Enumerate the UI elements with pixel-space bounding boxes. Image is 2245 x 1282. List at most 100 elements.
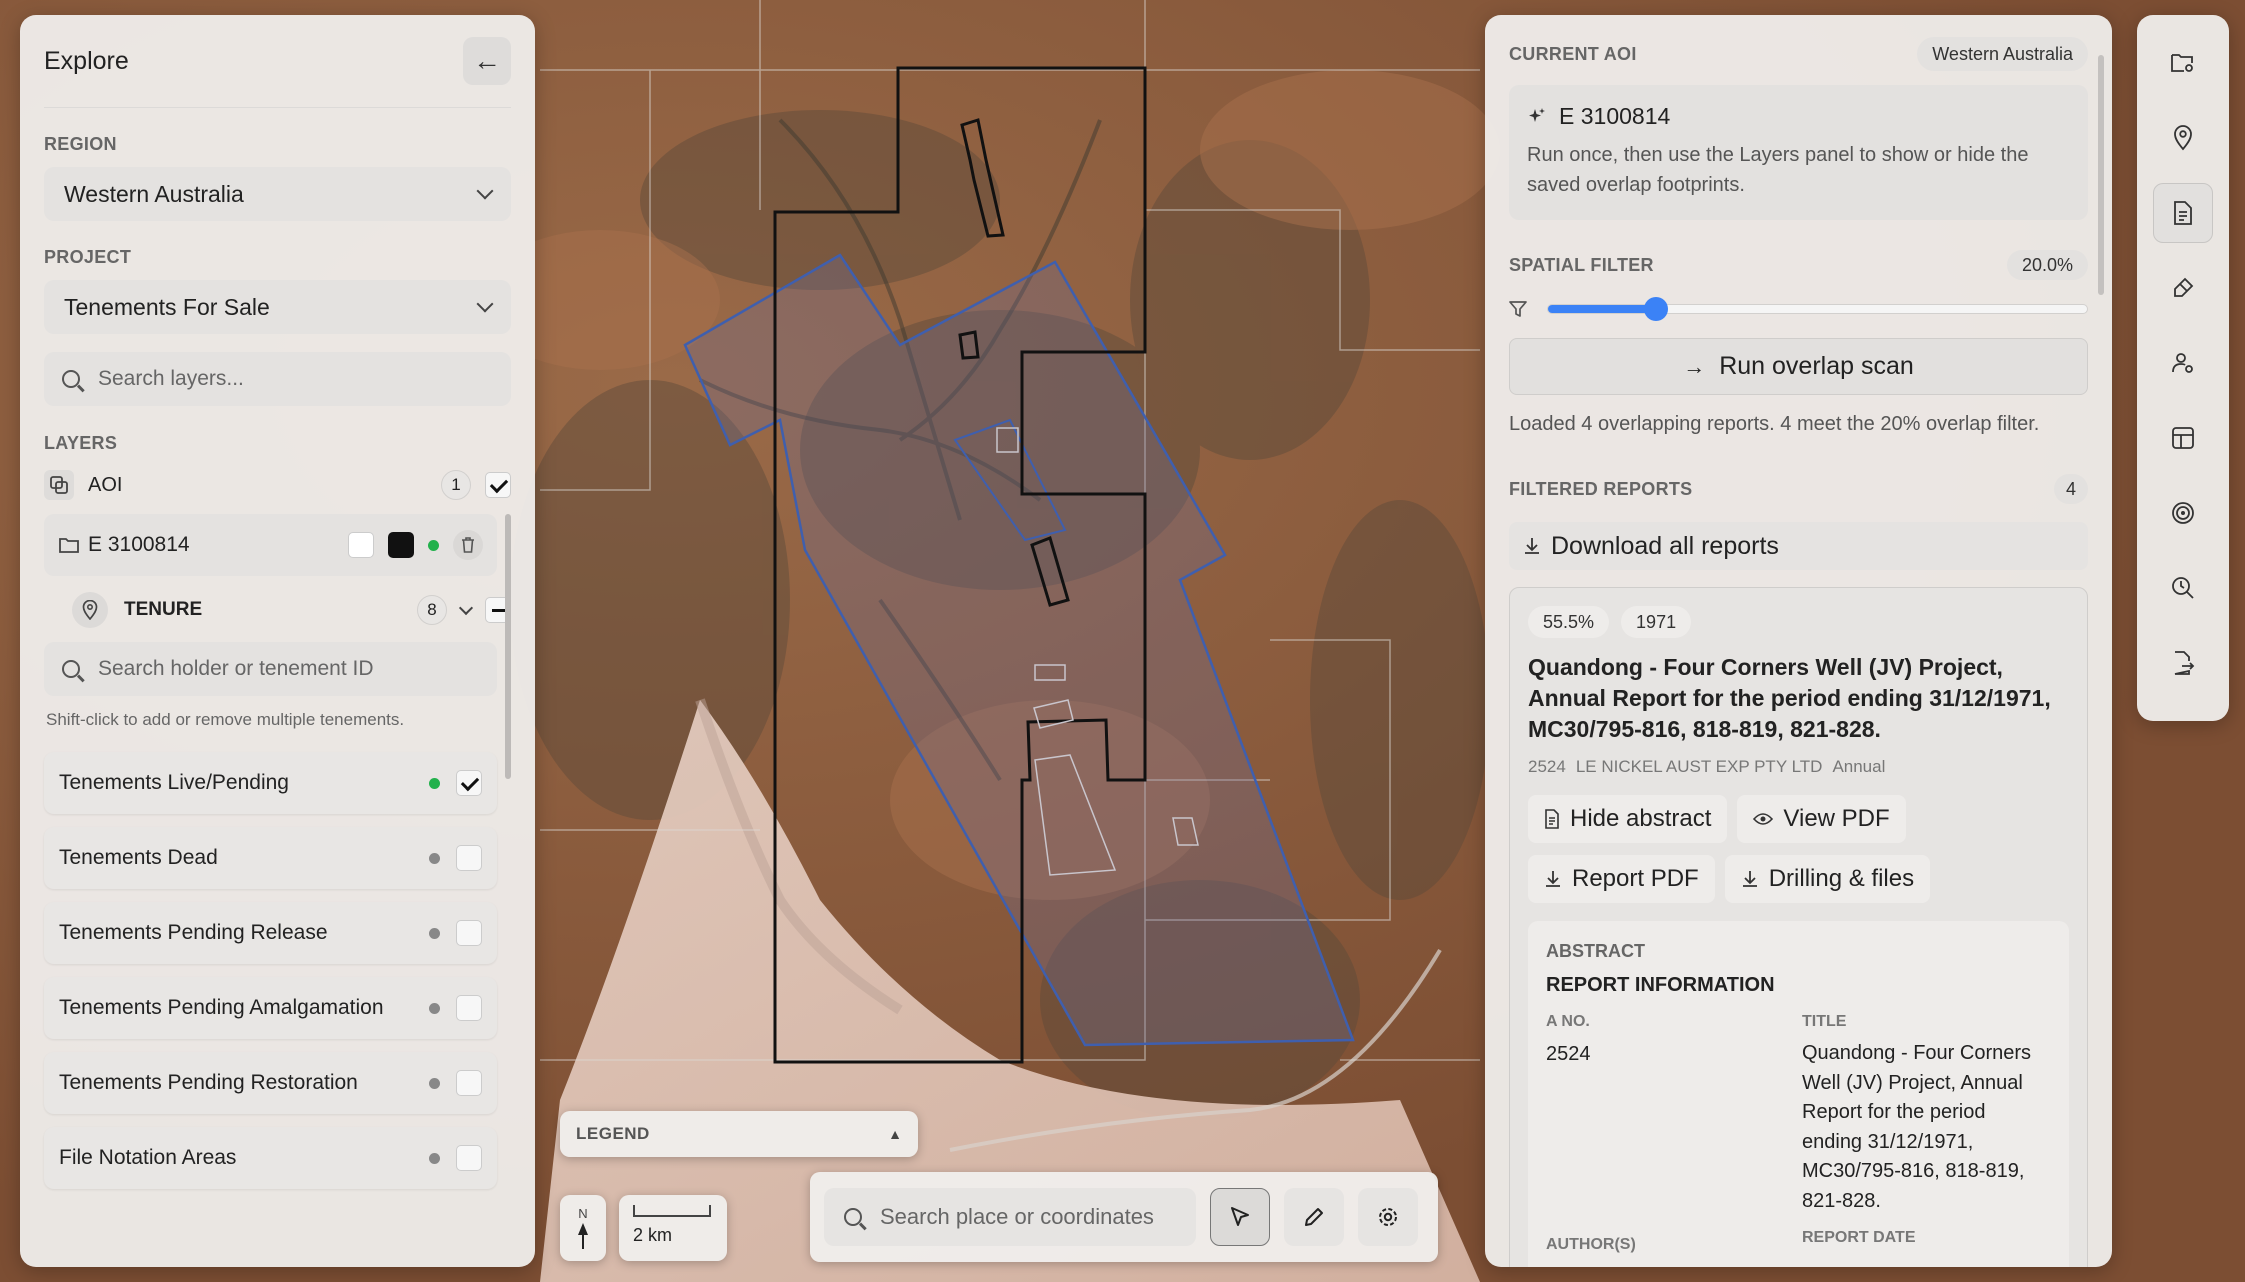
region-select[interactable]: Western Australia — [44, 167, 511, 221]
layer-checkbox[interactable] — [456, 920, 482, 946]
abstract-label: ABSTRACT — [1546, 941, 1645, 961]
style-button[interactable] — [2153, 258, 2213, 318]
tenure-count-badge: 8 — [417, 595, 447, 625]
table-button[interactable] — [2153, 408, 2213, 468]
report-year-badge: 1971 — [1621, 606, 1692, 638]
layer-row[interactable]: Tenements Live/Pending — [44, 752, 497, 814]
download-icon — [1546, 871, 1560, 887]
layer-checkbox[interactable] — [456, 995, 482, 1021]
drilling-files-button[interactable]: Drilling & files — [1724, 855, 1931, 903]
layer-label: File Notation Areas — [59, 1146, 237, 1169]
report-pdf-button[interactable]: Report PDF — [1528, 855, 1715, 903]
view-pdf-button[interactable]: View PDF — [1737, 795, 1906, 843]
user-gear-icon — [2172, 353, 2193, 373]
layer-row[interactable]: File Notation Areas — [44, 1127, 497, 1189]
folder-gear-icon — [2171, 54, 2193, 72]
map-settings-button[interactable] — [1358, 1188, 1418, 1246]
project-value: Tenements For Sale — [64, 293, 270, 320]
draw-tool-button[interactable] — [1284, 1188, 1344, 1246]
place-search-placeholder: Search place or coordinates — [880, 1204, 1154, 1229]
document-icon — [2174, 201, 2192, 225]
report-info-grid: A NO. 2524 AUTHOR(S) TITLE Quandong - Fo… — [1546, 1013, 2051, 1254]
stroke-color-swatch[interactable] — [388, 532, 414, 558]
layers-label: LAYERS — [44, 433, 118, 453]
select-tool-button[interactable] — [1210, 1188, 1270, 1246]
authors-label: AUTHOR(S) — [1546, 1236, 1636, 1253]
layer-row[interactable]: Tenements Pending Amalgamation — [44, 977, 497, 1039]
layer-label: Tenements Pending Restoration — [59, 1071, 358, 1094]
layer-row[interactable]: Tenements Pending Release — [44, 902, 497, 964]
right-panel-scrollbar[interactable] — [2098, 55, 2104, 295]
overlap-panel: CURRENT AOI Western Australia E 3100814 … — [1485, 15, 2112, 1267]
layer-row[interactable]: Tenements Dead — [44, 827, 497, 889]
layers-scrollbar[interactable] — [505, 514, 511, 779]
legend-label: LEGEND — [576, 1124, 650, 1143]
aoi-card: E 3100814 Run once, then use the Layers … — [1509, 85, 2088, 220]
search-icon — [62, 370, 80, 388]
download-icon — [1525, 538, 1539, 554]
a-no-value: 2524 — [1546, 1043, 1591, 1065]
filtered-count-badge: 4 — [2053, 474, 2088, 504]
project-select[interactable]: Tenements For Sale — [44, 280, 511, 334]
search-layers-placeholder: Search layers... — [98, 367, 244, 390]
chevron-down-icon — [476, 295, 494, 313]
spatial-filter-slider[interactable] — [1547, 297, 2088, 321]
spatial-filter-label: SPATIAL FILTER — [1509, 254, 1654, 275]
layer-checkbox[interactable] — [456, 1070, 482, 1096]
user-settings-button[interactable] — [2153, 333, 2213, 393]
report-title: Quandong - Four Corners Well (JV) Projec… — [1528, 654, 2051, 742]
reports-button[interactable] — [2153, 183, 2213, 243]
layer-status-dot — [429, 1077, 440, 1089]
legend-toggle[interactable]: LEGEND ▲ — [560, 1111, 918, 1157]
slider-fill — [1548, 305, 1656, 313]
scale-bar-line — [633, 1205, 711, 1217]
layer-checkbox[interactable] — [456, 770, 482, 796]
trash-icon[interactable] — [453, 530, 483, 560]
history-search-button[interactable] — [2153, 558, 2213, 618]
drilling-files-label: Drilling & files — [1768, 865, 1915, 892]
gear-icon — [1379, 1208, 1397, 1226]
report-card[interactable]: 55.5% 1971 Quandong - Four Corners Well … — [1509, 587, 2088, 1267]
current-aoi-label: CURRENT AOI — [1509, 43, 1637, 64]
target-button[interactable] — [2153, 483, 2213, 543]
aoi-item-label: E 3100814 — [88, 533, 190, 556]
region-pill: Western Australia — [1917, 37, 2088, 71]
spatial-filter-header: SPATIAL FILTER 20.0% — [1509, 250, 2088, 280]
search-icon — [62, 660, 80, 678]
slider-thumb[interactable] — [1643, 297, 1668, 321]
aoi-layer-item[interactable]: E 3100814 — [44, 514, 497, 576]
layer-status-dot — [429, 1152, 440, 1164]
map-pin-button[interactable] — [2153, 108, 2213, 168]
layer-label: Tenements Dead — [59, 846, 218, 869]
place-search-input[interactable]: Search place or coordinates — [824, 1188, 1196, 1246]
tool-rail — [2137, 15, 2229, 721]
region-label: REGION — [44, 134, 117, 154]
layer-row[interactable]: Tenements Pending Restoration — [44, 1052, 497, 1114]
layer-status-dot — [429, 927, 440, 939]
folder-gear-button[interactable] — [2153, 33, 2213, 93]
folder-icon — [59, 538, 79, 553]
spatial-filter-row — [1509, 294, 2088, 324]
layer-status-dot — [429, 852, 440, 864]
layer-checkbox[interactable] — [456, 1145, 482, 1171]
eye-icon — [1753, 813, 1774, 825]
report-pdf-label: Report PDF — [1572, 865, 1699, 892]
aoi-hint: Run once, then use the Layers panel to s… — [1527, 144, 2029, 196]
hide-abstract-button[interactable]: Hide abstract — [1528, 795, 1728, 843]
report-type: Annual — [1832, 757, 1886, 776]
view-pdf-label: View PDF — [1783, 805, 1890, 832]
scan-status: Loaded 4 overlapping reports. 4 meet the… — [1509, 413, 2040, 435]
tenure-expand-chevron-icon[interactable] — [458, 600, 474, 615]
fill-color-swatch[interactable] — [348, 532, 374, 558]
back-arrow-icon[interactable]: ← — [463, 37, 511, 85]
aoi-group-checkbox[interactable] — [485, 472, 511, 498]
layer-checkbox[interactable] — [456, 845, 482, 871]
search-layers-input[interactable]: Search layers... — [44, 352, 511, 406]
export-button[interactable] — [2153, 633, 2213, 693]
spatial-filter-value: 20.0% — [2006, 250, 2088, 280]
title-value: Quandong - Four Corners Well (JV) Projec… — [1802, 1042, 2032, 1212]
run-overlap-scan-button[interactable]: → Run overlap scan — [1509, 338, 2088, 395]
download-all-button[interactable]: Download all reports — [1509, 522, 2088, 570]
download-icon — [1742, 871, 1757, 887]
tenement-search-input[interactable]: Search holder or tenement ID — [44, 642, 497, 696]
